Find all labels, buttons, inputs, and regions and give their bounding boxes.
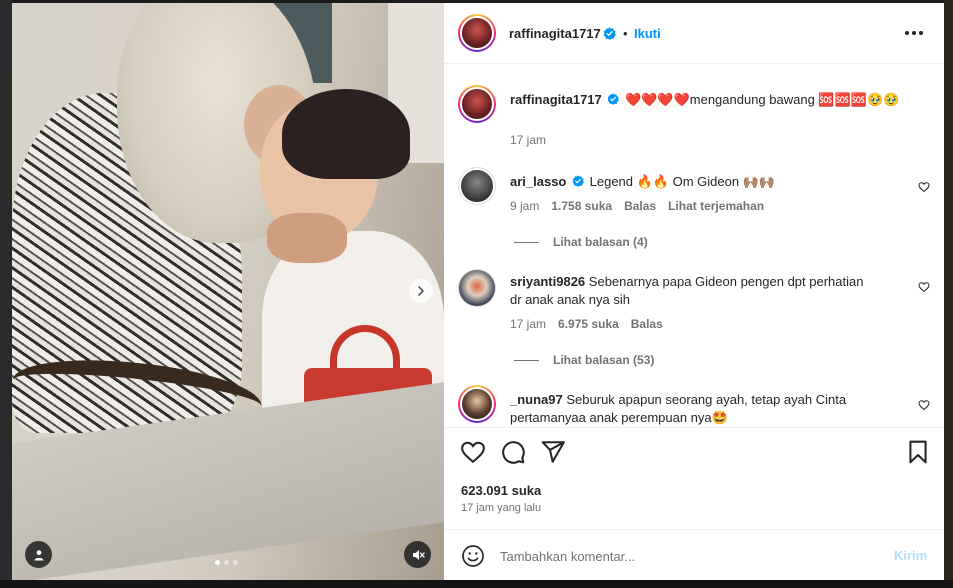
comment-text-line1: Sebenarnya papa Gideon pengen dpt perhat…	[588, 274, 864, 289]
view-replies-button[interactable]: Lihat balasan (53)	[514, 353, 654, 367]
carousel-dot	[233, 560, 238, 565]
comment-time[interactable]: 9 jam	[510, 199, 539, 213]
caption-username[interactable]: raffinagita1717	[510, 92, 602, 107]
verified-badge-icon	[572, 175, 584, 187]
comment-composer: Kirim	[444, 529, 944, 580]
caption-time[interactable]: 17 jam	[510, 133, 546, 147]
backdrop-left	[0, 0, 12, 588]
comment: sriyanti9826 Sebenarnya papa Gideon peng…	[510, 273, 900, 309]
reply-button[interactable]: Balas	[631, 317, 663, 331]
comment-username[interactable]: sriyanti9826	[510, 274, 585, 289]
carousel-indicator	[215, 560, 238, 565]
comment-meta: 9 jam 1.758 suka Balas Lihat terjemahan	[510, 199, 764, 213]
bookmark-icon[interactable]	[905, 439, 931, 465]
comment-avatar[interactable]	[458, 385, 496, 423]
heart-icon[interactable]	[918, 181, 930, 193]
post-media[interactable]	[12, 3, 444, 580]
comment-username[interactable]: ari_lasso	[510, 174, 566, 189]
comment-text: Legend 🔥🔥 Om Gideon 🙌🏽🙌🏽	[589, 174, 776, 189]
view-replies-button[interactable]: Lihat balasan (4)	[514, 235, 648, 249]
media-photo-person	[282, 89, 410, 179]
more-options-button[interactable]	[905, 25, 925, 41]
author-username[interactable]: raffinagita1717	[509, 26, 601, 41]
view-replies-label: Lihat balasan (4)	[553, 235, 648, 249]
chevron-right-icon	[418, 286, 424, 296]
caption-text: ❤️❤️❤️❤️mengandung bawang 🆘🆘🆘🥹🥹	[625, 92, 900, 107]
paper-plane-icon[interactable]	[540, 439, 566, 465]
caption: raffinagita1717 ❤️❤️❤️❤️mengandung bawan…	[510, 91, 930, 109]
smiley-icon[interactable]	[461, 544, 485, 568]
comment-bubble-icon[interactable]	[500, 439, 526, 465]
comment-text-line2: pertamanyaa anak perempuan nya🤩	[510, 410, 728, 425]
carousel-dot	[224, 560, 229, 565]
comment-likes[interactable]: 1.758 suka	[551, 199, 612, 213]
comment-text-line2: dr anak anak nya sih	[510, 292, 630, 307]
post-actions: 623.091 suka 17 jam yang lalu	[444, 427, 944, 529]
comment-time[interactable]: 17 jam	[510, 317, 546, 331]
next-slide-button[interactable]	[409, 279, 433, 303]
follow-button[interactable]: Ikuti	[634, 26, 661, 41]
verified-badge-icon	[603, 27, 616, 40]
see-translation-button[interactable]: Lihat terjemahan	[668, 199, 764, 213]
more-horizontal-icon	[905, 31, 909, 35]
post-timestamp[interactable]: 17 jam yang lalu	[461, 502, 541, 514]
caption-author-avatar[interactable]	[458, 85, 496, 123]
reply-button[interactable]: Balas	[624, 199, 656, 213]
person-icon	[34, 549, 43, 560]
mute-button[interactable]	[404, 541, 431, 568]
verified-badge-icon	[607, 93, 620, 105]
comment-input[interactable]	[500, 545, 870, 567]
post-header: raffinagita1717 • Ikuti	[444, 3, 944, 64]
heart-icon[interactable]	[918, 281, 930, 293]
comment-avatar[interactable]	[458, 167, 496, 205]
comment-text-line1: Seburuk apapun seorang ayah, tetap ayah …	[566, 392, 847, 407]
post-details-panel: raffinagita1717 • Ikuti raffinagita1717 …	[444, 3, 944, 580]
comment-avatar[interactable]	[458, 269, 496, 307]
separator-dot: •	[623, 26, 628, 41]
carousel-dot	[215, 560, 220, 565]
like-count[interactable]: 623.091 suka	[461, 483, 541, 498]
comment-likes[interactable]: 6.975 suka	[558, 317, 619, 331]
send-comment-button[interactable]: Kirim	[894, 548, 927, 563]
backdrop-bottom	[0, 580, 953, 588]
heart-icon[interactable]	[460, 439, 486, 465]
comment: _nuna97 Seburuk apapun seorang ayah, tet…	[510, 391, 900, 427]
view-replies-label: Lihat balasan (53)	[553, 353, 655, 367]
comment-meta: 17 jam 6.975 suka Balas	[510, 317, 663, 331]
media-photo-person	[267, 213, 347, 263]
comment: ari_lasso Legend 🔥🔥 Om Gideon 🙌🏽🙌🏽	[510, 173, 900, 191]
heart-icon[interactable]	[918, 399, 930, 411]
author-avatar[interactable]	[458, 14, 496, 52]
user-tags-button[interactable]	[25, 541, 52, 568]
comment-username[interactable]: _nuna97	[510, 392, 563, 407]
backdrop-right	[944, 0, 953, 588]
caption-meta: 17 jam	[510, 133, 546, 147]
comments-list[interactable]: raffinagita1717 ❤️❤️❤️❤️mengandung bawan…	[444, 65, 944, 427]
speaker-muted-icon	[412, 549, 425, 560]
